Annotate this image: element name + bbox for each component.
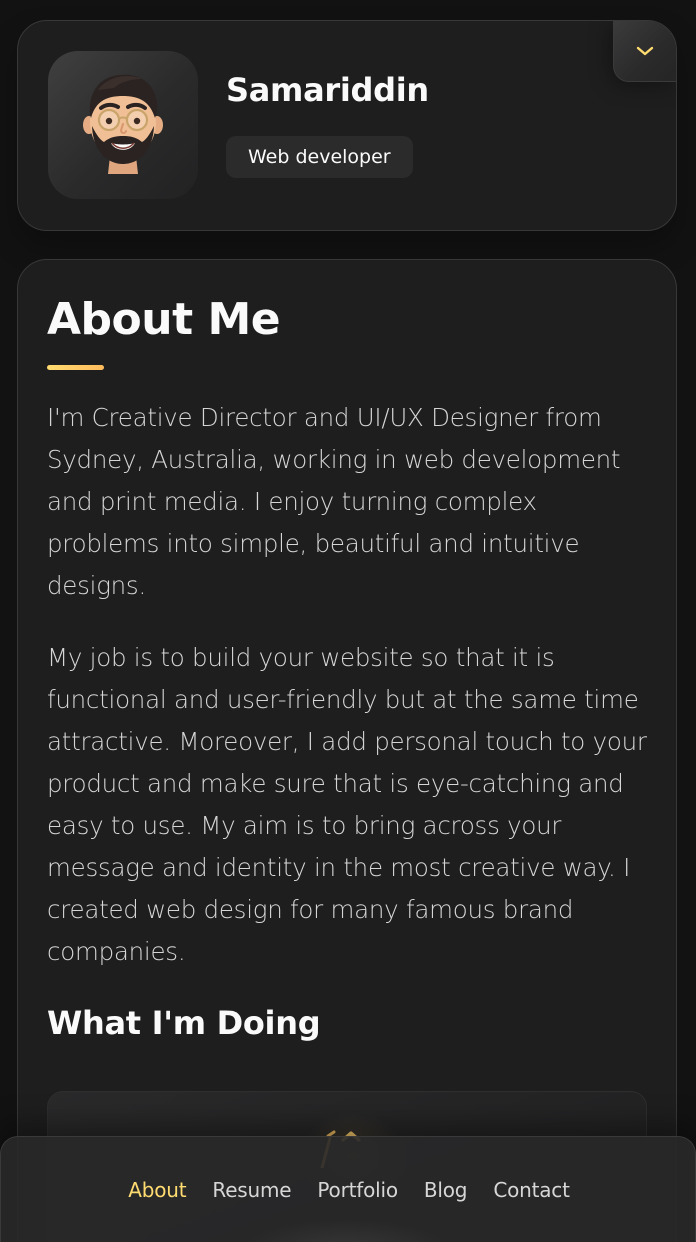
memoji-avatar-icon — [83, 74, 163, 174]
show-contacts-toggle-button[interactable] — [613, 21, 676, 82]
profile-card: Samariddin Web developer — [17, 20, 677, 231]
nav-link-blog[interactable]: Blog — [424, 1178, 468, 1202]
navbar-list: About Resume Portfolio Blog Contact — [1, 1178, 695, 1202]
navbar-glow — [241, 1219, 451, 1242]
about-title: About Me — [47, 294, 281, 345]
page: Samariddin Web developer About Me I'm Cr… — [0, 0, 696, 1242]
profile-name: Samariddin — [226, 71, 429, 109]
nav-link-about[interactable]: About — [128, 1178, 186, 1202]
chevron-down-icon — [636, 46, 654, 56]
avatar — [48, 51, 198, 199]
about-paragraph-1: I'm Creative Director and UI/UX Designer… — [47, 403, 621, 600]
services-title: What I'm Doing — [47, 1004, 321, 1042]
nav-link-portfolio[interactable]: Portfolio — [317, 1178, 398, 1202]
about-paragraph-2: My job is to build your website so that … — [47, 643, 647, 966]
profile-title-badge: Web developer — [226, 136, 413, 178]
about-article: About Me I'm Creative Director and UI/UX… — [17, 259, 677, 1242]
bottom-navbar: About Resume Portfolio Blog Contact — [0, 1136, 696, 1242]
title-underline — [47, 365, 104, 370]
nav-link-resume[interactable]: Resume — [212, 1178, 291, 1202]
nav-link-contact[interactable]: Contact — [493, 1178, 570, 1202]
